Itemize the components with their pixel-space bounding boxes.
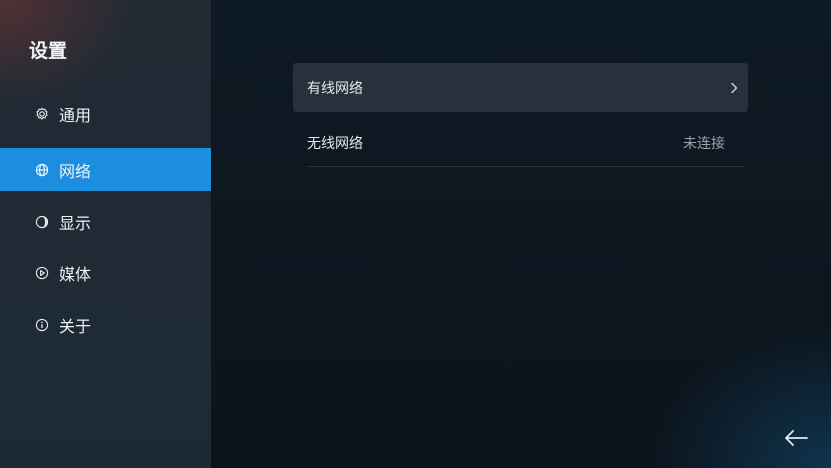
sidebar-item-label: 显示 (59, 213, 92, 233)
sidebar-item-network[interactable]: 网络 (0, 148, 211, 191)
wireless-network-row[interactable]: 无线网络 未连接 (307, 120, 744, 167)
chevron-right-icon (728, 81, 740, 95)
sidebar-item-media[interactable]: 媒体 (0, 251, 211, 294)
sidebar-item-label: 通用 (59, 105, 92, 125)
connection-status: 未连接 (683, 136, 725, 152)
sidebar-item-label: 媒体 (59, 264, 92, 284)
sidebar-item-label: 网络 (59, 161, 92, 181)
sidebar-item-about[interactable]: 关于 (0, 303, 211, 346)
wireless-network-label: 无线网络 (307, 136, 363, 152)
play-icon (35, 266, 49, 280)
wired-network-row[interactable]: 有线网络 (293, 63, 748, 112)
sidebar-item-general[interactable]: 通用 (0, 92, 211, 135)
info-icon (35, 318, 49, 332)
display-icon (35, 215, 49, 229)
wired-network-label: 有线网络 (307, 80, 363, 97)
sidebar-item-display[interactable]: 显示 (0, 200, 211, 243)
sidebar: 设置 通用 网络 显示 媒体 关于 (0, 0, 211, 468)
back-arrow-icon[interactable] (783, 428, 809, 448)
globe-icon (35, 163, 49, 177)
gear-icon (35, 107, 49, 121)
sidebar-item-label: 关于 (59, 316, 92, 336)
page-title: 设置 (29, 40, 68, 62)
